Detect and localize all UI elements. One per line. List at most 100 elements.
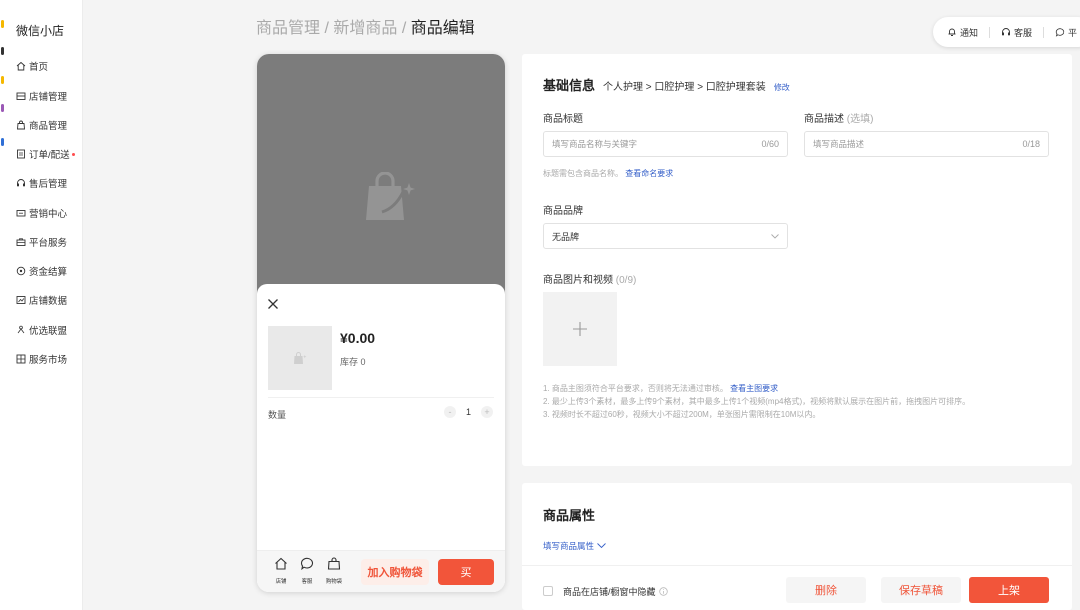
sidebar-item-label: 首页 — [29, 62, 49, 73]
mobile-preview: ¥0.00 库存 0 数量 - 1 + 店铺 客服 购物袋 加入购物袋 买 — [257, 54, 505, 592]
sidebar-item-platform[interactable]: 平台服务 — [16, 234, 67, 250]
left-color-strip — [0, 0, 10, 610]
shopping-bag-icon — [363, 171, 417, 227]
sidebar-item-label: 平台服务 — [29, 238, 68, 249]
breadcrumb-new-product[interactable]: 新增商品 — [333, 20, 397, 37]
description-char-count: 0/18 — [1022, 139, 1040, 149]
breadcrumb-current: 商品编辑 — [410, 20, 475, 37]
bag-icon — [327, 557, 341, 570]
breadcrumb-products[interactable]: 商品管理 — [256, 20, 320, 37]
notification-dot — [71, 152, 75, 156]
product-thumbnail — [268, 326, 332, 390]
sidebar-item-alliance[interactable]: 优选联盟 — [16, 322, 67, 338]
quantity-label: 数量 — [268, 410, 287, 420]
sidebar-item-label: 营销中心 — [29, 209, 68, 220]
sku-sheet: ¥0.00 库存 0 数量 - 1 + 店铺 客服 购物袋 加入购物袋 买 — [257, 284, 505, 592]
quantity-value: 1 — [465, 407, 471, 417]
chevron-down-icon — [771, 233, 779, 239]
basic-info-card: 基础信息 个人护理 > 口腔护理 > 口腔护理套装 修改 商品标题 商品描述 (… — [522, 54, 1072, 466]
service-button[interactable]: 客服 — [1001, 26, 1032, 39]
sidebar-item-store[interactable]: 店铺管理 — [16, 88, 67, 104]
sidebar-item-settlement[interactable]: 资金结算 — [16, 263, 67, 279]
breadcrumb-separator: / — [320, 20, 334, 37]
sidebar-item-products[interactable]: 商品管理 — [16, 117, 67, 133]
sidebar-item-label: 资金结算 — [29, 267, 68, 278]
title-char-count: 0/60 — [761, 139, 779, 149]
ticket-icon — [16, 208, 26, 218]
divider — [268, 397, 494, 398]
sidebar: 微信小店 首页 店铺管理 商品管理 订单/配送 售后管理 营销中心 平台服务 资… — [10, 0, 83, 610]
shop-title: 微信小店 — [16, 24, 65, 38]
basic-info-header: 基础信息 个人护理 > 口腔护理 > 口腔护理套装 修改 — [543, 75, 790, 94]
sidebar-item-home[interactable]: 首页 — [16, 58, 48, 74]
bell-icon — [948, 28, 956, 36]
sidebar-item-label: 服务市场 — [29, 355, 68, 366]
network-icon — [16, 325, 26, 335]
upload-media-button[interactable] — [543, 292, 617, 366]
title-hint: 标题需包含商品名称。 查看命名要求 — [543, 169, 674, 178]
sidebar-item-label: 优选联盟 — [29, 326, 68, 337]
media-notes: 1. 商品主图须符合平台要求，否则将无法通过审核。 查看主图要求 2. 最少上传… — [543, 384, 971, 419]
plus-icon — [573, 322, 587, 336]
briefcase-icon — [16, 237, 26, 247]
save-draft-button[interactable]: 保存草稿 — [881, 577, 961, 603]
sidebar-item-label: 售后管理 — [29, 179, 68, 190]
product-stock: 库存 0 — [340, 357, 366, 367]
breadcrumb: 商品管理 / 新增商品 / 商品编辑 — [256, 14, 475, 38]
preview-store-button[interactable]: 店铺 — [268, 557, 294, 585]
image-placeholder-icon — [294, 351, 307, 364]
delete-button[interactable]: 删除 — [786, 577, 866, 603]
preview-service-button[interactable]: 客服 — [294, 557, 320, 585]
description-placeholder: 填写商品描述 — [813, 139, 865, 149]
chevron-down-icon — [597, 543, 606, 549]
media-label: 商品图片和视频 (0/9) — [543, 275, 637, 286]
description-input[interactable]: 填写商品描述 0/18 — [804, 131, 1049, 157]
title-label: 商品标题 — [543, 114, 583, 125]
edit-category-link[interactable]: 修改 — [774, 82, 790, 93]
buy-button[interactable]: 买 — [438, 559, 494, 585]
sidebar-item-label: 订单/配送 — [29, 150, 70, 161]
quantity-minus-button[interactable]: - — [443, 406, 456, 418]
headset-icon — [16, 178, 26, 188]
section-title: 商品属性 — [543, 508, 596, 523]
toolbar-divider — [989, 26, 991, 38]
brand-value: 无品牌 — [552, 231, 580, 242]
description-label: 商品描述 (选填) — [804, 114, 874, 125]
headset-icon — [1002, 28, 1011, 36]
publish-button[interactable]: 上架 — [969, 577, 1049, 603]
brand-select[interactable]: 无品牌 — [543, 223, 788, 249]
toolbar-divider — [1043, 26, 1045, 38]
close-icon[interactable] — [266, 297, 280, 311]
product-price: ¥0.00 — [340, 330, 376, 346]
main-image-rules-link[interactable]: 查看主图要求 — [730, 384, 778, 393]
chat-bubble-icon — [300, 557, 314, 571]
hide-in-store-label: 商品在店铺/橱窗中隐藏 — [563, 585, 668, 598]
hide-in-store-checkbox[interactable] — [543, 586, 553, 596]
preview-bottom-bar: 店铺 客服 购物袋 加入购物袋 买 — [257, 550, 505, 592]
quantity-plus-button[interactable]: + — [481, 406, 493, 418]
store-icon — [16, 91, 26, 101]
add-to-cart-button[interactable]: 加入购物袋 — [361, 559, 429, 585]
feedback-button[interactable]: 平 — [1055, 26, 1077, 39]
top-toolbar: 通知 客服 平 — [933, 17, 1080, 47]
grid-icon — [16, 354, 26, 364]
action-bar: 商品在店铺/橱窗中隐藏 删除 保存草稿 上架 — [522, 566, 1072, 610]
naming-rules-link[interactable]: 查看命名要求 — [625, 169, 673, 178]
sidebar-item-label: 店铺数据 — [29, 296, 68, 307]
info-icon[interactable] — [658, 587, 668, 596]
sidebar-item-aftersale[interactable]: 售后管理 — [16, 175, 67, 191]
notify-button[interactable]: 通知 — [947, 26, 978, 39]
sidebar-item-market[interactable]: 服务市场 — [16, 351, 67, 367]
title-input[interactable]: 填写商品名称与关键字 0/60 — [543, 131, 788, 157]
preview-bag-button[interactable]: 购物袋 — [321, 557, 347, 585]
sidebar-item-label: 店铺管理 — [29, 92, 68, 103]
quantity-stepper: - 1 + — [443, 406, 493, 418]
bag-icon — [16, 120, 26, 130]
fill-attributes-link[interactable]: 填写商品属性 — [543, 540, 606, 552]
brand-label: 商品品牌 — [543, 206, 583, 217]
sidebar-item-marketing[interactable]: 营销中心 — [16, 205, 67, 221]
order-icon — [16, 149, 26, 159]
sidebar-item-orders[interactable]: 订单/配送 — [16, 146, 75, 162]
breadcrumb-separator: / — [397, 20, 411, 37]
sidebar-item-data[interactable]: 店铺数据 — [16, 292, 67, 308]
